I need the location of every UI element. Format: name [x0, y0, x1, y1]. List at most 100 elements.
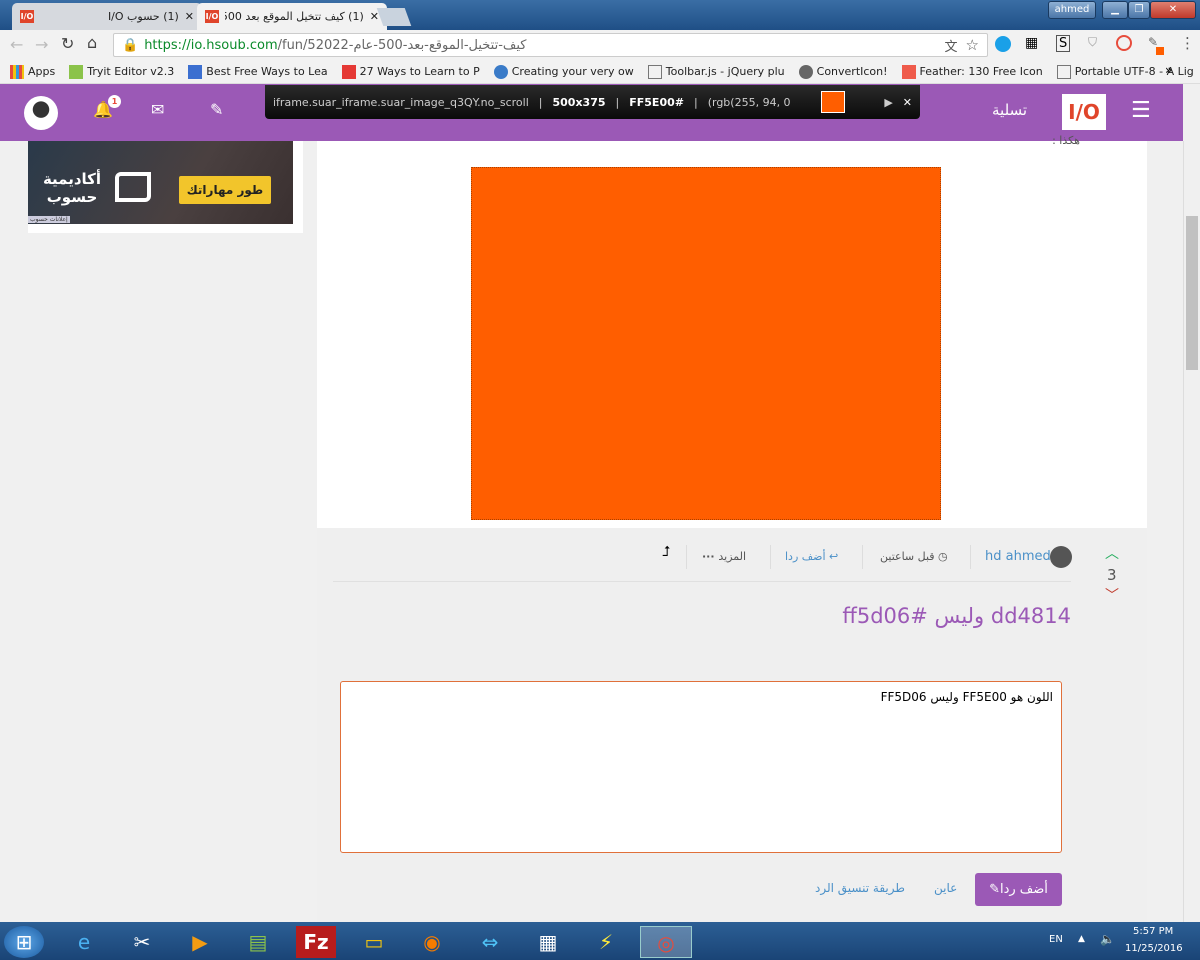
profile-button[interactable]: ahmed [1048, 1, 1096, 19]
bookmark-label: Creating your very ow [511, 65, 634, 78]
ad-tag: إعلانات حسوب [28, 216, 70, 223]
hamburger-menu-icon[interactable]: ☰ [1131, 98, 1151, 123]
reply-label: أضف ردا [785, 550, 826, 563]
close-tab-icon[interactable]: ✕ [185, 10, 194, 23]
reply-link[interactable]: ↩ أضف ردا [785, 550, 838, 563]
browser-tab[interactable]: I/O (1) حسوب I/O ✕ [12, 3, 202, 30]
chrome-icon[interactable]: ◎ [640, 926, 692, 958]
preview-link[interactable]: عاين [934, 881, 957, 895]
network-icon[interactable]: ⚡ [586, 926, 626, 958]
reply-textarea[interactable]: اللون هو FF5E00 وليس FF5D06 [340, 681, 1062, 853]
globe-icon [493, 64, 508, 79]
calculator-icon[interactable]: ▦ [528, 926, 568, 958]
divider [970, 545, 971, 569]
bookmark-item[interactable]: Portable UTF-8 - A Lig [1056, 64, 1194, 79]
clock-icon: ◷ [934, 550, 948, 563]
bookmark-item[interactable]: Creating your very ow [493, 64, 634, 79]
bookmark-item[interactable]: Toolbar.js - jQuery plu [647, 64, 785, 79]
reload-icon[interactable]: ↻ [61, 34, 74, 53]
io-logo[interactable]: I/O [1062, 94, 1106, 130]
tray-expand-icon[interactable]: ▲ [1078, 934, 1085, 944]
address-bar[interactable]: 🔒 https://io.hsoub.com/fun/52022-كيف-تتخي… [113, 33, 988, 57]
ad-cta-button[interactable]: طور مهاراتك [179, 176, 271, 204]
bookmark-item[interactable]: 27 Ways to Learn to P [341, 64, 480, 79]
bookmark-item[interactable]: ConvertIcon! [798, 64, 888, 79]
restore-button[interactable]: ❐ [1128, 1, 1150, 19]
explorer-icon[interactable]: ▭ [354, 926, 394, 958]
bookmark-item[interactable]: Best Free Ways to Lea [188, 64, 328, 79]
page-icon [647, 64, 662, 79]
home-icon[interactable]: ⌂ [87, 33, 97, 52]
clock-date[interactable]: 11/25/2016 [1125, 943, 1183, 954]
color-inspector-overlay: iframe.suar_iframe.suar_image_q3QY.no_sc… [265, 85, 920, 119]
bookmark-label: 27 Ways to Learn to P [359, 65, 480, 78]
io-favicon-icon: I/O [205, 10, 219, 23]
menu-kebab-icon[interactable]: ⋮ [1180, 34, 1195, 52]
reply-arrow-icon: ↩ [825, 550, 839, 563]
bookmark-item[interactable]: Tryit Editor v2.3 [69, 64, 175, 79]
user-avatar[interactable] [24, 96, 58, 130]
minimize-button[interactable]: ▁ [1102, 1, 1128, 19]
more-link[interactable]: المزيد ··· [702, 550, 746, 563]
bookmark-apps[interactable]: Apps [10, 64, 55, 79]
bookmarks-bar: Apps Tryit Editor v2.3 Best Free Ways to… [0, 60, 1200, 84]
clock-time[interactable]: 5:57 PM [1133, 926, 1173, 937]
smiley-extension-icon[interactable] [1116, 35, 1132, 51]
start-button[interactable]: ⊞ [4, 926, 44, 958]
pencil-icon: ✎ [989, 882, 1000, 897]
downvote-icon[interactable]: ﹀ [1105, 585, 1119, 605]
feather-icon [901, 64, 916, 79]
s-extension-icon[interactable]: S [1056, 35, 1071, 52]
search-extension-icon[interactable] [995, 36, 1011, 52]
element-selector: iframe.suar_iframe.suar_image_q3QY.no_sc… [273, 95, 529, 109]
expand-arrow-icon[interactable]: ▶ [884, 96, 892, 109]
bookmark-item[interactable]: Feather: 130 Free Icon [901, 64, 1043, 79]
mail-icon[interactable]: ✉ [151, 100, 164, 119]
ad-brand: أكاديمية حسوب [42, 170, 102, 206]
scrollbar-thumb[interactable] [1186, 216, 1198, 370]
tab-title: (1) حسوب I/O [107, 10, 179, 23]
more-bookmarks-button[interactable]: » [1165, 63, 1172, 77]
volume-icon[interactable]: 🔈 [1100, 932, 1115, 946]
post-text: هكذا : [1052, 134, 1080, 147]
back-icon[interactable]: ← [10, 35, 23, 54]
bookmark-label: Tryit Editor v2.3 [87, 65, 175, 78]
rgb-value: (rgb(255, 94, 0 [707, 95, 791, 109]
tab-title: (1) كيف تتخيل الموقع بعد 500 ... [225, 10, 364, 23]
notepad-icon[interactable]: ▤ [238, 926, 278, 958]
author-avatar[interactable] [1050, 546, 1072, 568]
firefox-icon[interactable]: ◉ [412, 926, 452, 958]
language-indicator[interactable]: EN [1049, 934, 1063, 945]
close-window-button[interactable]: ✕ [1150, 1, 1196, 19]
element-size: 500x375 [552, 95, 606, 109]
teamviewer-icon[interactable]: ⇔ [470, 926, 510, 958]
divider [686, 545, 687, 569]
share-icon[interactable]: ⮥ [662, 544, 670, 560]
snipping-tool-icon[interactable]: ✂ [122, 926, 162, 958]
film-extension-icon[interactable]: ▦ [1025, 35, 1038, 51]
browser-tab-active[interactable]: I/O(1) كيف تتخيل الموقع بعد 500 ...✕ [197, 3, 387, 30]
forward-icon[interactable]: → [35, 35, 48, 54]
submit-label: أضف ردا [999, 882, 1048, 897]
ie-icon[interactable]: e [64, 926, 104, 958]
picked-color-swatch [1156, 47, 1164, 55]
io-favicon-icon: I/O [20, 10, 34, 23]
format-help-link[interactable]: طريقة تنسيق الرد [815, 881, 905, 895]
shield-extension-icon[interactable]: ⛉ [1088, 35, 1097, 50]
submit-reply-button[interactable]: ✎أضف ردا [975, 873, 1062, 906]
gf-icon [188, 64, 203, 79]
filezilla-icon[interactable]: Fz [296, 926, 336, 958]
upvote-icon[interactable]: ︿ [1105, 543, 1119, 563]
divider [770, 545, 771, 569]
media-player-icon[interactable]: ▶ [180, 926, 220, 958]
url-path: /fun/52022-كيف-تتخيل-الموقع-بعد-500-عام [277, 37, 527, 53]
bookmark-label: Feather: 130 Free Icon [919, 65, 1043, 78]
section-title[interactable]: تسلية [992, 101, 1027, 119]
bookmark-star-icon[interactable]: ☆ [966, 36, 979, 54]
author-name[interactable]: hd ahmed [985, 549, 1051, 564]
bookmark-label: Toolbar.js - jQuery plu [665, 65, 785, 78]
close-inspector-icon[interactable]: ✕ [903, 96, 912, 109]
translate-icon[interactable]: 文 [945, 36, 958, 55]
pencil-icon[interactable]: ✎ [210, 100, 223, 119]
apps-grid-icon [10, 64, 24, 79]
